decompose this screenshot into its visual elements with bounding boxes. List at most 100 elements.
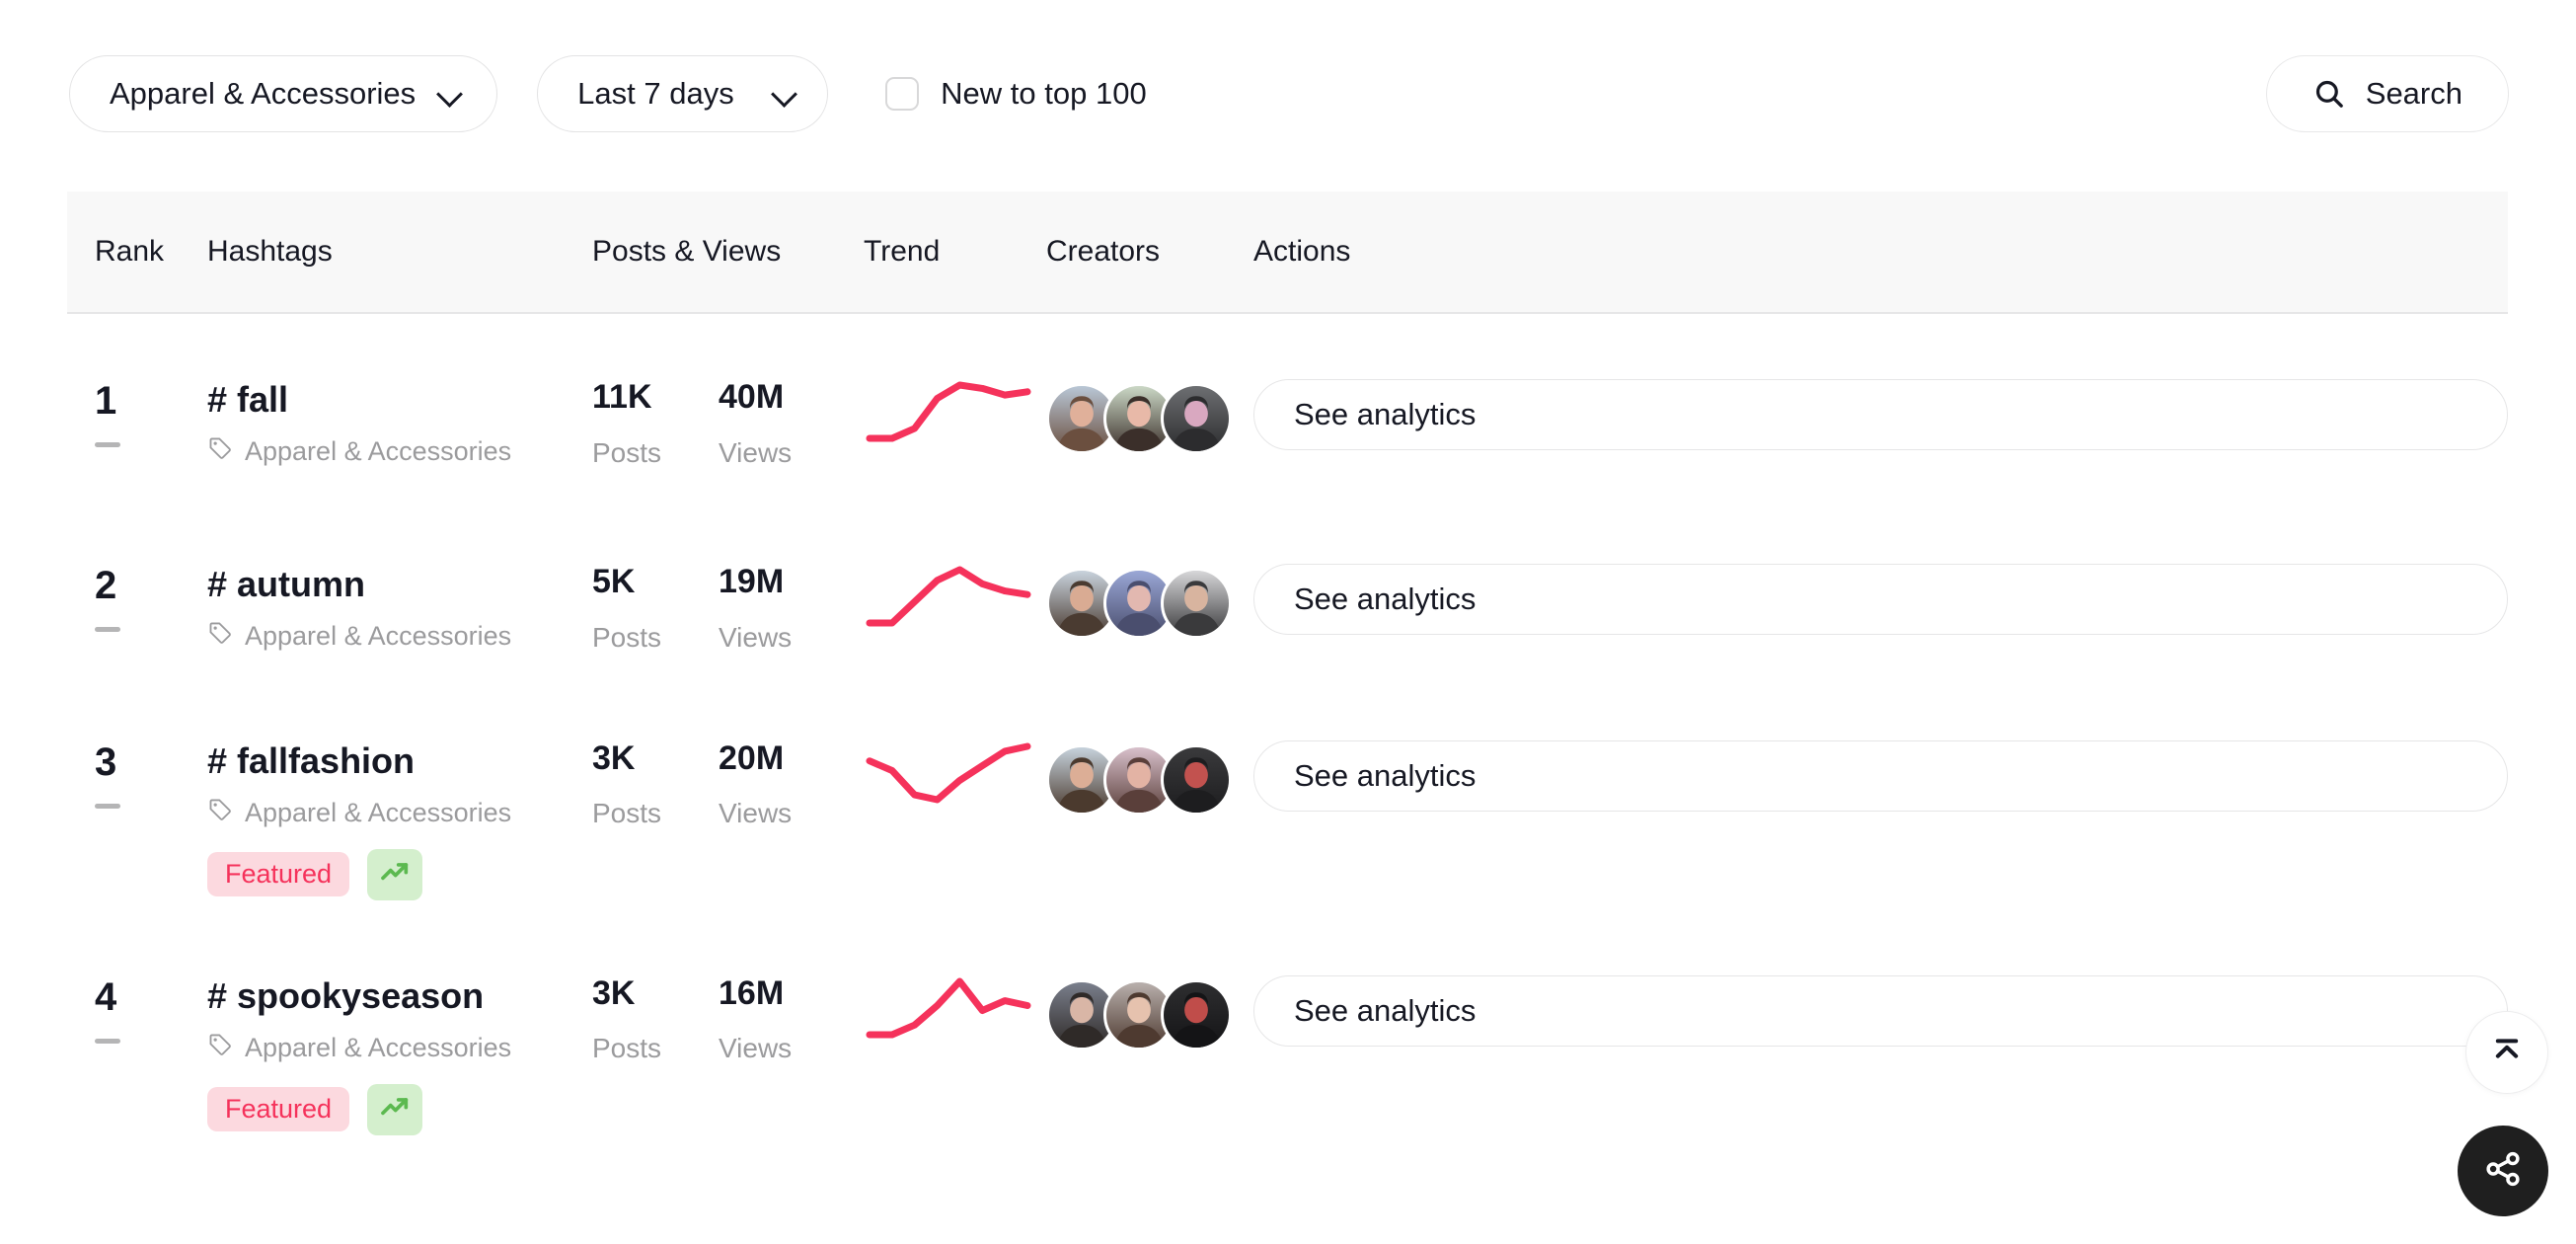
hashtag-category: Apparel & Accessories [207,435,592,468]
hashtag-badges: Featured [207,1083,592,1135]
hashtag-name[interactable]: # fallfashion [207,739,592,783]
hashtag-category-label: Apparel & Accessories [245,797,512,827]
tag-icon [207,435,233,468]
posts-views-cell: 3K Posts 16M Views [592,958,864,1065]
posts-stat: 3K Posts [592,739,719,830]
views-label: Views [719,436,793,468]
avatar[interactable] [1161,743,1232,816]
see-analytics-button[interactable]: See analytics [1253,739,2508,812]
column-header-actions: Actions [1253,235,1351,268]
period-filter-label: Last 7 days [577,76,734,111]
rank-number: 4 [95,974,117,1019]
actions-cell: See analytics [1253,958,2508,1047]
hashtag-name[interactable]: # autumn [207,562,592,606]
rank-change-flat-icon [95,442,120,447]
actions-cell: See analytics [1253,723,2508,812]
rank-cell: 1 [67,361,207,447]
hashtag-cell: # fallfashion Apparel & Accessories Featur… [207,723,592,900]
table-row[interactable]: 2 # autumn Apparel & Accessories 5K Posts 19M… [67,499,2508,683]
posts-views-cell: 11K Posts 40M Views [592,361,864,469]
tag-icon [207,797,233,829]
table-body: 1 # fall Apparel & Accessories 11K Posts 40M V… [67,314,2508,1153]
featured-badge: Featured [207,1087,350,1132]
search-button[interactable]: Search [2265,55,2509,132]
period-filter-dropdown[interactable]: Last 7 days [537,55,829,132]
views-value: 19M [719,562,785,600]
hashtag-cell: # spookyseason Apparel & Accessories Featu… [207,958,592,1135]
posts-label: Posts [592,436,662,468]
trend-sparkline [864,740,1046,811]
views-stat: 40M Views [719,377,845,469]
chevron-down-icon [437,81,463,107]
tag-icon [207,620,233,653]
avatar[interactable] [1161,978,1232,1050]
category-filter-dropdown[interactable]: Apparel & Accessories [69,55,498,132]
creators-cell [1046,546,1253,639]
table-row[interactable]: 1 # fall Apparel & Accessories 11K Posts 40M V… [67,314,2508,499]
views-value: 40M [719,378,785,416]
creator-avatar-group[interactable] [1046,567,1253,639]
rank-number: 1 [95,379,117,423]
trend-cell [864,958,1046,1046]
share-button[interactable] [2458,1126,2548,1216]
trend-cell [864,546,1046,634]
hashtag-name[interactable]: # fall [207,377,592,422]
trend-cell [864,723,1046,811]
creator-avatar-group[interactable] [1046,743,1253,816]
rank-change-flat-icon [95,803,120,809]
table-row[interactable]: 3 # fallfashion Apparel & Accessories Featu… [67,683,2508,918]
rank-number: 2 [95,563,117,607]
views-stat: 19M Views [719,562,845,654]
category-filter-label: Apparel & Accessories [110,76,417,111]
table-row[interactable]: 4 # spookyseason Apparel & Accessories Feat… [67,918,2508,1153]
column-header-posts-views: Posts & Views [592,235,782,268]
rank-number: 3 [95,739,117,784]
posts-stat: 3K Posts [592,973,719,1065]
search-icon [2312,77,2346,111]
see-analytics-button[interactable]: See analytics [1253,563,2508,635]
creators-cell [1046,361,1253,454]
views-label: Views [719,621,793,653]
new-to-top-100-checkbox[interactable] [885,77,920,111]
posts-value: 11K [592,378,652,416]
posts-value: 3K [592,739,636,777]
rank-cell: 2 [67,546,207,632]
column-header-trend: Trend [864,235,941,268]
scroll-to-top-button[interactable] [2465,1011,2548,1094]
posts-label: Posts [592,798,662,829]
hashtag-category: Apparel & Accessories [207,620,592,653]
trend-sparkline [864,379,1046,449]
rank-change-flat-icon [95,1038,120,1044]
tag-icon [207,1032,233,1064]
avatar[interactable] [1161,383,1232,454]
trend-sparkline [864,564,1046,634]
views-label: Views [719,1033,793,1064]
trending-up-badge [367,848,423,900]
posts-label: Posts [592,1033,662,1064]
hashtag-name[interactable]: # spookyseason [207,973,592,1018]
views-stat: 16M Views [719,973,845,1065]
table-header-row: Rank Hashtags Posts & Views Trend Creato… [67,192,2508,314]
rank-cell: 4 [67,958,207,1044]
see-analytics-button[interactable]: See analytics [1253,974,2508,1047]
creator-avatar-group[interactable] [1046,978,1253,1050]
posts-views-cell: 3K Posts 20M Views [592,723,864,830]
new-to-top-100-checkbox-wrapper[interactable]: New to top 100 [885,76,1147,112]
views-value: 20M [719,739,785,777]
trending-up-badge [367,1083,423,1135]
see-analytics-button[interactable]: See analytics [1253,379,2508,450]
creator-avatar-group[interactable] [1046,383,1253,454]
column-header-rank: Rank [95,235,165,268]
hashtag-cell: # autumn Apparel & Accessories [207,546,592,653]
hashtag-category-label: Apparel & Accessories [245,1032,512,1062]
creators-cell [1046,958,1253,1050]
views-value: 16M [719,973,785,1012]
trend-sparkline [864,975,1046,1046]
posts-value: 3K [592,973,636,1012]
posts-value: 5K [592,562,636,600]
hashtag-table: Rank Hashtags Posts & Views Trend Creato… [67,192,2508,1153]
hashtag-category: Apparel & Accessories [207,797,592,829]
search-button-label: Search [2365,76,2462,111]
scroll-to-top-icon [2487,1031,2527,1075]
avatar[interactable] [1161,567,1232,639]
